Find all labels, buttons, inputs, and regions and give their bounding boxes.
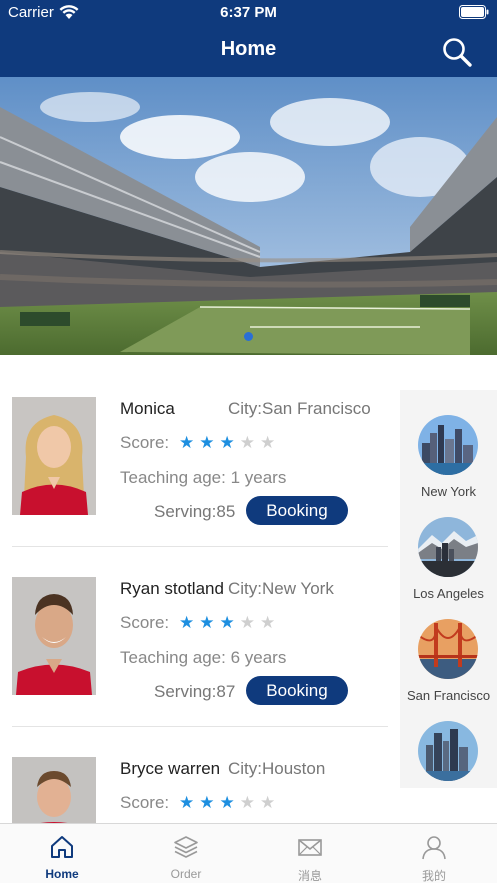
status-bar: Carrier 6:37 PM [0, 0, 497, 26]
booking-button[interactable]: Booking [246, 676, 348, 705]
tab-bar: Home Order 消息 我的 [0, 823, 497, 883]
star-empty-icon: ★ [239, 433, 260, 452]
tab-label: Home [45, 867, 79, 881]
city-name: New York [421, 484, 476, 499]
coach-name: Monica [120, 399, 175, 418]
star-filled-icon: ★ [219, 613, 240, 632]
coach-card[interactable]: Bryce warren City:Houston Score: ★★★★★ [12, 715, 388, 823]
teaching-age: Teaching age: 1 years [120, 468, 287, 487]
city-thumbnail [418, 415, 478, 475]
score-label: Score: [120, 793, 170, 812]
coach-photo [12, 577, 96, 695]
tab-label: 消息 [297, 869, 322, 883]
serving-count: Serving:87 [154, 682, 236, 701]
page-title: Home [220, 38, 277, 60]
city-item-los-angeles[interactable]: Los Angeles [400, 517, 497, 617]
star-empty-icon: ★ [260, 433, 281, 452]
coach-city: City:Houston [228, 759, 326, 778]
banner-carousel[interactable] [0, 77, 497, 355]
serving-count: Serving:85 [154, 502, 236, 521]
coach-name: Ryan stotland [120, 579, 224, 598]
tab-label: 我的 [421, 869, 446, 883]
rating-stars: ★★★★★ [179, 793, 280, 813]
rating-stars: ★★★★★ [179, 613, 280, 633]
tab-order[interactable]: Order [124, 824, 248, 883]
clock: 6:37 PM [220, 4, 277, 21]
coach-photo [12, 397, 96, 515]
mail-icon [298, 839, 322, 856]
user-icon [422, 836, 446, 860]
tab-label: Order [170, 867, 202, 881]
battery-icon [459, 5, 489, 19]
teaching-age: Teaching age: 6 years [120, 648, 287, 667]
coach-card[interactable]: Ryan stotland City:New York Score: ★★★★★… [12, 535, 388, 727]
city-list: New York Los Angeles San Francisco [400, 390, 497, 788]
coach-city: City:New York [228, 579, 334, 598]
search-icon[interactable] [441, 36, 473, 68]
coach-list: Monica City:San Francisco Score: ★★★★★ T… [0, 355, 400, 823]
nav-header: Carrier 6:37 PM Home [0, 0, 497, 77]
tab-profile[interactable]: 我的 [372, 824, 496, 883]
city-item[interactable] [400, 721, 497, 788]
city-thumbnail [418, 619, 478, 679]
city-item-san-francisco[interactable]: San Francisco [400, 619, 497, 719]
score-label: Score: [120, 613, 170, 632]
star-empty-icon: ★ [260, 793, 281, 812]
city-name: San Francisco [406, 688, 491, 703]
star-filled-icon: ★ [219, 793, 240, 812]
home-icon [51, 836, 73, 858]
star-empty-icon: ★ [260, 613, 281, 632]
star-empty-icon: ★ [239, 613, 260, 632]
layers-icon [174, 836, 198, 858]
city-item-new-york[interactable]: New York [400, 415, 497, 515]
coach-city: City:San Francisco [228, 399, 371, 418]
booking-button[interactable]: Booking [246, 496, 348, 525]
star-filled-icon: ★ [199, 433, 220, 452]
star-empty-icon: ★ [239, 793, 260, 812]
star-filled-icon: ★ [219, 433, 240, 452]
score-label: Score: [120, 433, 170, 452]
city-name: Los Angeles [413, 586, 484, 601]
city-thumbnail [418, 721, 478, 781]
rating-stars: ★★★★★ [179, 433, 280, 453]
tab-home[interactable]: Home [0, 824, 124, 883]
coach-card[interactable]: Monica City:San Francisco Score: ★★★★★ T… [12, 355, 388, 547]
star-filled-icon: ★ [179, 793, 200, 812]
coach-photo [12, 757, 96, 823]
star-filled-icon: ★ [179, 613, 200, 632]
star-filled-icon: ★ [179, 433, 200, 452]
coach-name: Bryce warren [120, 759, 221, 778]
stadium-banner-image [0, 77, 497, 355]
tab-messages[interactable]: 消息 [248, 824, 372, 883]
star-filled-icon: ★ [199, 793, 220, 812]
city-thumbnail [418, 517, 478, 577]
carousel-page-dot[interactable] [244, 332, 253, 341]
star-filled-icon: ★ [199, 613, 220, 632]
